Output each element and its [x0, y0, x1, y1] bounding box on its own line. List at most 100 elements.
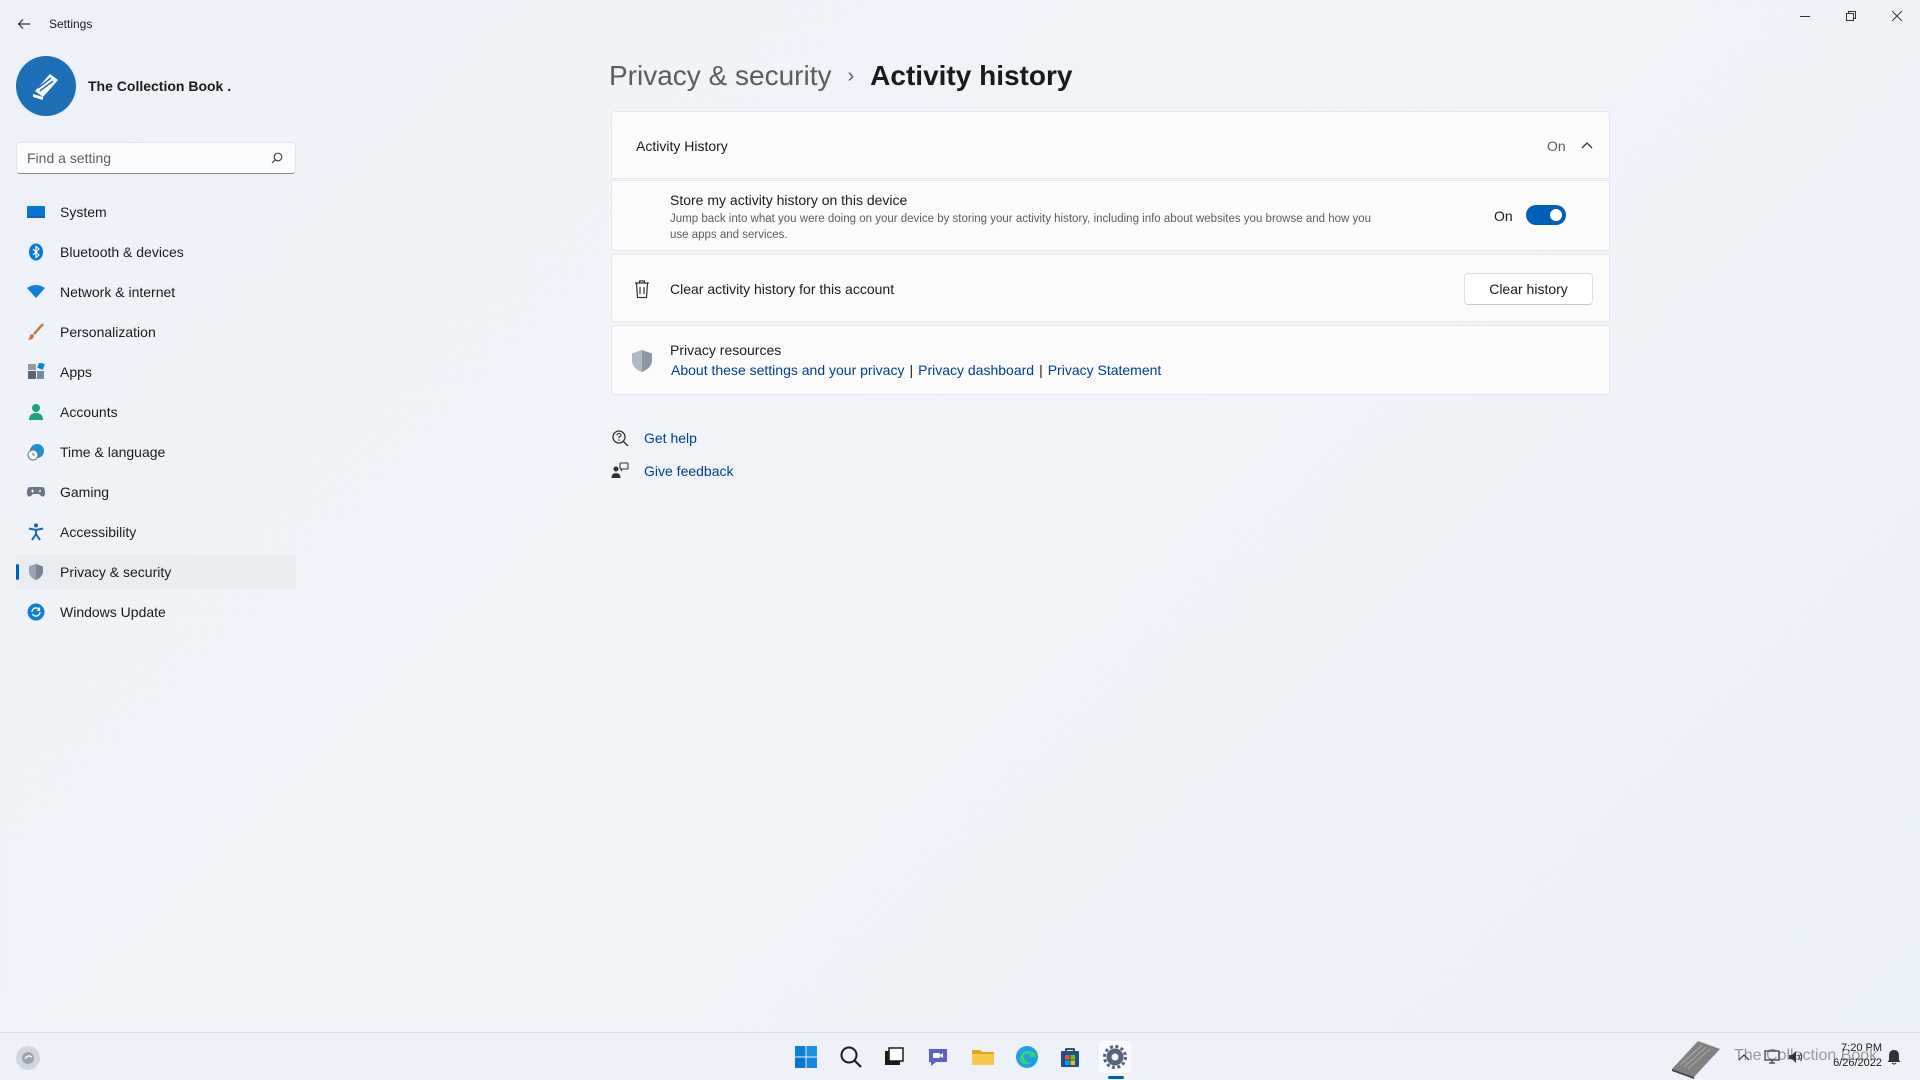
- give-feedback-link[interactable]: Give feedback: [644, 463, 734, 479]
- clear-history-button[interactable]: Clear history: [1464, 273, 1593, 305]
- chevron-up-icon[interactable]: [1734, 1047, 1754, 1067]
- clock[interactable]: 7:20 PM 6/26/2022: [1812, 1041, 1882, 1071]
- sidebar-item-label: Personalization: [60, 324, 156, 340]
- volume-icon[interactable]: [1786, 1047, 1806, 1067]
- widgets-icon[interactable]: [16, 1046, 40, 1070]
- wifi-icon: [26, 282, 46, 302]
- notification-bell-icon[interactable]: [1884, 1047, 1904, 1067]
- update-icon: [26, 602, 46, 622]
- avatar: [16, 56, 76, 116]
- chat-icon[interactable]: [922, 1041, 954, 1073]
- page-title: Activity history: [870, 60, 1073, 91]
- privacy-links: About these settings and your privacy | …: [671, 362, 1161, 378]
- sidebar-item-label: Apps: [60, 364, 92, 380]
- search-icon[interactable]: [269, 150, 285, 166]
- sidebar-item-label: Gaming: [60, 484, 110, 500]
- sidebar-item-label: Windows Update: [60, 604, 166, 620]
- sidebar-item-label: Privacy & security: [60, 564, 172, 580]
- sidebar-item-label: Accounts: [60, 404, 118, 420]
- person-icon: [26, 402, 46, 422]
- sidebar-item-personalization[interactable]: Personalization: [16, 314, 296, 350]
- link-divider: |: [909, 362, 914, 378]
- edge-icon[interactable]: [1011, 1041, 1043, 1073]
- get-help-row: Get help: [611, 427, 697, 449]
- sidebar-item-accessibility[interactable]: Accessibility: [16, 514, 296, 550]
- clock-date: 6/26/2022: [1833, 1057, 1882, 1069]
- active-app-indicator: [1108, 1076, 1124, 1079]
- chevron-up-icon[interactable]: [1579, 137, 1595, 153]
- activity-history-state: On: [1547, 138, 1566, 154]
- back-arrow-icon: [17, 19, 30, 29]
- close-icon: [1892, 11, 1902, 21]
- get-help-link[interactable]: Get help: [644, 430, 697, 446]
- store-activity-toggle[interactable]: [1526, 205, 1566, 225]
- clock-time: 7:20 PM: [1841, 1042, 1882, 1054]
- give-feedback-row: Give feedback: [611, 460, 734, 482]
- help-chat-icon: [611, 429, 629, 447]
- restore-button[interactable]: [1828, 4, 1874, 28]
- profile[interactable]: The Collection Book .: [16, 56, 231, 116]
- shield-icon: [26, 562, 46, 582]
- network-icon[interactable]: [1762, 1047, 1782, 1067]
- feedback-icon: [611, 462, 629, 480]
- back-button[interactable]: [12, 12, 36, 36]
- breadcrumb: Privacy & security › Activity history: [609, 56, 1072, 96]
- sidebar-item-windows-update[interactable]: Windows Update: [16, 594, 296, 630]
- sidebar-item-time-language[interactable]: Time & language: [16, 434, 296, 470]
- maximize-icon: [1846, 11, 1856, 21]
- task-view-icon[interactable]: [878, 1041, 910, 1073]
- store-activity-setting: Store my activity history on this device…: [611, 180, 1610, 251]
- close-button[interactable]: [1874, 4, 1920, 28]
- sidebar-item-bluetooth[interactable]: Bluetooth & devices: [16, 234, 296, 270]
- sidebar-item-label: System: [60, 204, 107, 220]
- taskbar: The Collection Book 7:20 PM 6/26/2022: [0, 1032, 1920, 1080]
- clear-activity-label: Clear activity history for this account: [670, 281, 895, 297]
- store-activity-title: Store my activity history on this device: [670, 192, 908, 208]
- privacy-statement-link[interactable]: Privacy Statement: [1048, 362, 1162, 378]
- trash-icon: [630, 277, 654, 301]
- sidebar-item-system[interactable]: System: [16, 194, 296, 230]
- search-input[interactable]: [27, 150, 269, 166]
- title-bar: Settings: [0, 0, 1920, 48]
- search-icon[interactable]: [835, 1041, 867, 1073]
- book-watermark-icon: [1668, 1035, 1724, 1080]
- apps-icon: [26, 362, 46, 382]
- sidebar-item-accounts[interactable]: Accounts: [16, 394, 296, 430]
- bluetooth-icon: [26, 242, 46, 262]
- sidebar-item-gaming[interactable]: Gaming: [16, 474, 296, 510]
- toggle-knob: [1550, 209, 1562, 221]
- shield-icon: [630, 349, 654, 373]
- store-activity-description: Jump back into what you were doing on yo…: [670, 213, 1372, 241]
- system-display-icon: [26, 202, 46, 222]
- search-box[interactable]: [16, 142, 296, 174]
- sidebar-item-label: Time & language: [60, 444, 166, 460]
- privacy-resources-title: Privacy resources: [670, 342, 782, 358]
- link-divider: |: [1039, 362, 1043, 378]
- clear-activity-setting: Clear activity history for this account …: [611, 254, 1610, 322]
- gamepad-icon: [26, 482, 46, 502]
- file-explorer-icon[interactable]: [967, 1041, 999, 1073]
- breadcrumb-parent[interactable]: Privacy & security: [609, 60, 832, 92]
- minimize-icon: [1800, 16, 1810, 17]
- sidebar-nav: System Bluetooth & devices Network & int…: [16, 194, 296, 634]
- sidebar-item-label: Accessibility: [60, 524, 137, 540]
- sidebar-item-label: Network & internet: [60, 284, 176, 300]
- about-settings-link[interactable]: About these settings and your privacy: [671, 362, 904, 378]
- activity-history-label: Activity History: [636, 138, 728, 154]
- store-icon[interactable]: [1054, 1041, 1086, 1073]
- sidebar-item-network[interactable]: Network & internet: [16, 274, 296, 310]
- toggle-state-label: On: [1494, 208, 1513, 224]
- brush-icon: [26, 322, 46, 342]
- privacy-dashboard-link[interactable]: Privacy dashboard: [918, 362, 1034, 378]
- minimize-button[interactable]: [1782, 4, 1828, 28]
- sidebar-item-apps[interactable]: Apps: [16, 354, 296, 390]
- book-logo-icon: [33, 74, 58, 100]
- privacy-resources: Privacy resources About these settings a…: [611, 325, 1610, 395]
- globe-clock-icon: [26, 442, 46, 462]
- sidebar-item-privacy-security[interactable]: Privacy & security: [16, 554, 296, 590]
- settings-icon[interactable]: [1099, 1041, 1131, 1073]
- activity-history-header[interactable]: Activity History On: [611, 111, 1610, 179]
- profile-name: The Collection Book .: [88, 78, 232, 94]
- start-icon[interactable]: [790, 1041, 822, 1073]
- breadcrumb-separator: ›: [847, 64, 855, 87]
